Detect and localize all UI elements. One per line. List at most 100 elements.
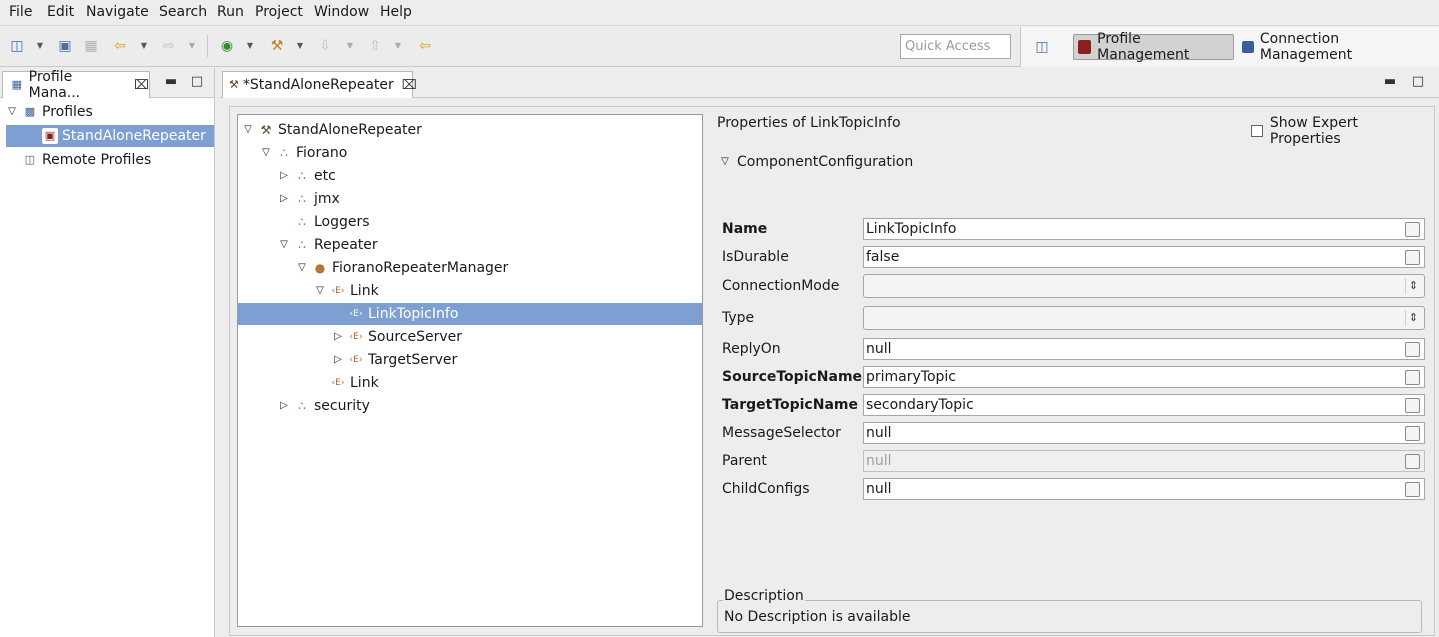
tools-dropdown-icon[interactable]: ▼ (296, 40, 304, 52)
property-checkbox[interactable] (1405, 482, 1420, 497)
property-checkbox[interactable] (1405, 398, 1420, 413)
property-checkbox[interactable] (1405, 250, 1420, 265)
collapsed-twisty-icon[interactable]: ▷ (278, 400, 290, 412)
profile-management-view: ▦ Profile Mana... ⌧ ▬ □ ▽ ▩ Profiles ▣ S… (0, 68, 215, 637)
expanded-twisty-icon[interactable]: ▽ (296, 262, 308, 274)
menu-navigate[interactable]: Navigate (86, 4, 149, 20)
property-checkbox[interactable] (1405, 222, 1420, 237)
tree-item[interactable]: ▽ ∴ Fiorano (238, 142, 702, 164)
property-checkbox[interactable] (1405, 370, 1420, 385)
menu-search[interactable]: Search (159, 4, 207, 20)
collapsed-twisty-icon[interactable]: ▷ (332, 354, 344, 366)
tree-item[interactable]: ▷ ∴ security (238, 395, 702, 417)
save-icon[interactable]: ▣ (56, 37, 74, 55)
tree-item[interactable]: ▷ ∴ etc (238, 165, 702, 187)
tools-icon[interactable]: ⚒ (268, 37, 286, 55)
description-box: Description No Description is available (717, 588, 1422, 633)
tree-item-label: etc (314, 168, 336, 184)
close-icon[interactable]: ⌧ (134, 78, 149, 93)
property-value: LinkTopicInfo (866, 221, 957, 237)
tree-item-label: Link (350, 375, 379, 391)
expanded-twisty-icon[interactable]: ▽ (278, 239, 290, 251)
tree-item-profiles[interactable]: ▽ ▩ Profiles (6, 101, 214, 123)
property-checkbox[interactable] (1405, 426, 1420, 441)
property-value-field[interactable]: primaryTopic (863, 366, 1425, 388)
menu-project[interactable]: Project (255, 4, 303, 20)
section-component-configuration[interactable]: ▽ ComponentConfiguration (719, 154, 913, 170)
new-dropdown-icon[interactable]: ▼ (36, 40, 44, 52)
collapsed-twisty-icon[interactable]: ▷ (332, 331, 344, 343)
tree-item-standalonerepeater[interactable]: ▣ StandAloneRepeater (6, 125, 214, 147)
folder-icon: ∴ (298, 238, 306, 252)
tree-item[interactable]: ▽ ∴ Repeater (238, 234, 702, 256)
property-value: null (866, 341, 892, 357)
properties-title: Properties of LinkTopicInfo (717, 115, 901, 131)
tree-item[interactable]: ▷ ‹E› SourceServer (238, 326, 702, 348)
quick-access-input[interactable] (900, 34, 1011, 59)
expanded-twisty-icon[interactable]: ▽ (314, 285, 326, 297)
run-dropdown-icon[interactable]: ▼ (246, 40, 254, 52)
property-value: primaryTopic (866, 369, 957, 385)
new-icon[interactable]: ◫ (8, 37, 26, 55)
tree-item[interactable]: ▽ ● FioranoRepeaterManager (238, 257, 702, 279)
minimize-icon[interactable]: ▬ (1383, 74, 1397, 89)
property-checkbox[interactable] (1405, 342, 1420, 357)
combo-arrow-icon[interactable]: ⇕ (1405, 310, 1421, 326)
menu-file[interactable]: File (9, 4, 32, 20)
maximize-icon[interactable]: □ (190, 74, 204, 89)
show-expert-checkbox[interactable] (1251, 125, 1263, 137)
menu-window[interactable]: Window (314, 4, 369, 20)
tab-profile-management[interactable]: ▦ Profile Mana... ⌧ (2, 69, 150, 101)
open-perspective-icon[interactable]: ◫ (1033, 38, 1051, 56)
last-edit-icon[interactable]: ⇦ (416, 37, 434, 55)
perspective-label: Connection Management (1259, 31, 1353, 63)
expanded-twisty-icon[interactable]: ▽ (6, 106, 18, 118)
expanded-twisty-icon[interactable]: ▽ (242, 124, 254, 136)
menu-help[interactable]: Help (380, 4, 412, 20)
tree-item[interactable]: ∴ Loggers (238, 211, 702, 233)
perspective-connection-management[interactable]: Connection Management (1238, 31, 1438, 63)
maximize-icon[interactable]: □ (1411, 74, 1425, 89)
property-value-field[interactable]: null (863, 422, 1425, 444)
combo-arrow-icon[interactable]: ⇕ (1405, 278, 1421, 294)
property-value-field[interactable]: null (863, 338, 1425, 360)
folder-icon: ∴ (298, 169, 306, 183)
property-value-field[interactable]: secondaryTopic (863, 394, 1425, 416)
tab-standalonerepeater[interactable]: ⚒ *StandAloneRepeater ⌧ (222, 71, 417, 98)
back-dropdown-icon[interactable]: ▼ (140, 40, 148, 52)
tree-item[interactable]: ▷ ‹E› TargetServer (238, 349, 702, 371)
property-label: Parent (722, 453, 767, 469)
property-value-field[interactable]: LinkTopicInfo (863, 218, 1425, 240)
tree-item[interactable]: ▽ ⚒ StandAloneRepeater (238, 119, 702, 141)
property-value-field: null (863, 450, 1425, 472)
back-icon[interactable]: ⇦ (111, 37, 129, 55)
collapsed-twisty-icon[interactable]: ▷ (278, 170, 290, 182)
tree-item-label: security (314, 398, 370, 414)
minimize-icon[interactable]: ▬ (164, 74, 178, 89)
tree-item-remote-profiles[interactable]: ◫ Remote Profiles (6, 149, 214, 171)
property-value-field[interactable]: null (863, 478, 1425, 500)
tree-item[interactable]: ▷ ∴ jmx (238, 188, 702, 210)
expanded-twisty-icon[interactable]: ▽ (260, 147, 272, 159)
tree-item-label: Profiles (42, 104, 93, 120)
tree-item[interactable]: ‹E› Link (238, 372, 702, 394)
prev-annotation-dropdown-icon: ▼ (394, 41, 402, 50)
perspective-bar: ◫ Profile Management Connection Manageme… (1020, 27, 1439, 67)
menu-run[interactable]: Run (217, 4, 244, 20)
tree-item[interactable]: ‹E› LinkTopicInfo (238, 303, 702, 325)
description-label: Description (723, 588, 805, 604)
property-combo[interactable]: ⇕ (863, 306, 1425, 330)
close-icon[interactable]: ⌧ (402, 78, 417, 93)
menu-edit[interactable]: Edit (47, 4, 74, 20)
editor-tabbar: ⚒ *StandAloneRepeater ⌧ ▬ □ (220, 68, 1439, 98)
expanded-twisty-icon[interactable]: ▽ (719, 156, 731, 168)
tree-item[interactable]: ▽ ‹E› Link (238, 280, 702, 302)
property-value-field[interactable]: false (863, 246, 1425, 268)
collapsed-twisty-icon[interactable]: ▷ (278, 193, 290, 205)
tree-item-label: StandAloneRepeater (278, 122, 422, 138)
perspective-profile-management[interactable]: Profile Management (1073, 31, 1234, 63)
tree-item-label: jmx (314, 191, 340, 207)
show-expert-properties[interactable]: Show Expert Properties (1251, 115, 1432, 147)
run-icon[interactable]: ◉ (218, 37, 236, 55)
property-combo[interactable]: ⇕ (863, 274, 1425, 298)
